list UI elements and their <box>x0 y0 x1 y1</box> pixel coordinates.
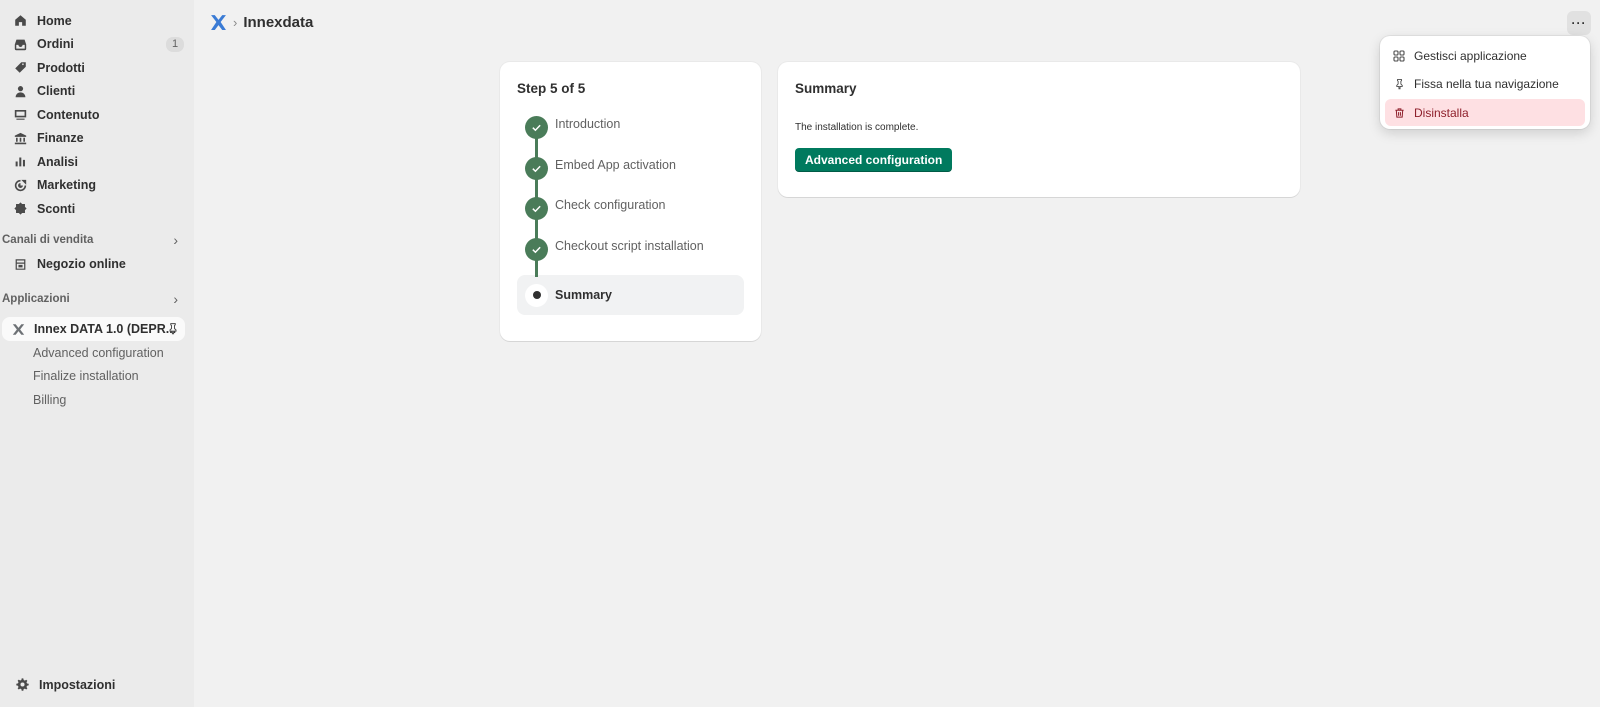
check-icon <box>525 237 548 261</box>
current-step-dot-icon <box>525 283 548 307</box>
sidebar-item-products[interactable]: Prodotti <box>2 56 188 80</box>
step-item-check-configuration[interactable]: Check configuration <box>517 194 744 235</box>
image-icon <box>13 108 27 122</box>
apps-header[interactable]: Applicazioni › <box>0 289 194 309</box>
sidebar-item-analytics[interactable]: Analisi <box>2 150 188 174</box>
sidebar-item-label: Finanze <box>37 131 84 146</box>
page-title: Innexdata <box>243 14 314 31</box>
pin-icon[interactable] <box>167 322 179 336</box>
step-label: Summary <box>555 288 612 302</box>
sidebar-item-marketing[interactable]: Marketing <box>2 174 188 198</box>
target-icon <box>13 178 27 192</box>
tag-icon <box>13 61 27 75</box>
step-list: Introduction Embed App activation Check … <box>517 113 744 315</box>
summary-card: Summary The installation is complete. Ad… <box>778 62 1300 197</box>
menu-item-manage-app[interactable]: Gestisci applicazione <box>1385 42 1585 69</box>
sidebar-app-innexdata[interactable]: Innex DATA 1.0 (DEPR... <box>2 317 185 341</box>
store-icon <box>13 257 27 271</box>
gear-icon <box>15 678 29 692</box>
sidebar-item-label: Home <box>37 13 72 28</box>
pin-icon <box>1393 78 1405 90</box>
menu-item-label: Disinstalla <box>1414 105 1469 120</box>
breadcrumb-separator: › <box>233 15 238 30</box>
sidebar-item-online-store[interactable]: Negozio online <box>2 253 188 277</box>
home-icon <box>13 14 27 28</box>
person-icon <box>13 84 27 98</box>
trash-icon <box>1393 107 1405 119</box>
orders-count-badge: 1 <box>166 36 184 52</box>
step-label: Embed App activation <box>555 157 676 172</box>
step-label: Introduction <box>555 117 621 131</box>
menu-item-uninstall[interactable]: Disinstalla <box>1385 99 1585 126</box>
steps-card-title: Step 5 of 5 <box>517 81 586 96</box>
sidebar-item-label: Clienti <box>37 84 76 99</box>
sidebar-item-label: Sconti <box>37 201 76 216</box>
check-icon <box>525 197 548 220</box>
sales-channels-header[interactable]: Canali di vendita › <box>0 230 194 250</box>
sidebar-item-customers[interactable]: Clienti <box>2 80 188 104</box>
sidebar-item-content[interactable]: Contenuto <box>2 103 188 127</box>
innexdata-logo-icon[interactable] <box>210 14 227 31</box>
advanced-configuration-button[interactable]: Advanced configuration <box>795 148 953 172</box>
menu-item-pin-navigation[interactable]: Fissa nella tua navigazione <box>1385 71 1585 98</box>
setup-steps-card: Step 5 of 5 Introduction Embed App activ… <box>500 62 761 341</box>
step-item-checkout-script-installation[interactable]: Checkout script installation <box>517 235 744 276</box>
sidebar-item-label: Analisi <box>37 154 78 169</box>
sidebar-item-label: Impostazioni <box>39 677 116 692</box>
sidebar-item-orders[interactable]: Ordini 1 <box>2 33 188 57</box>
summary-card-title: Summary <box>795 81 857 96</box>
chevron-right-icon: › <box>173 231 178 248</box>
sidebar-item-discounts[interactable]: Sconti <box>2 197 188 221</box>
sidebar-item-home[interactable]: Home <box>2 9 188 33</box>
more-actions-menu: Gestisci applicazione Fissa nella tua na… <box>1380 36 1590 129</box>
step-label: Check configuration <box>555 198 666 212</box>
sidebar-item-label: Prodotti <box>37 60 85 75</box>
sidebar-item-label: Marketing <box>37 178 97 193</box>
menu-item-label: Fissa nella tua navigazione <box>1414 77 1559 91</box>
more-actions-button[interactable]: ··· <box>1567 11 1591 35</box>
step-label: Checkout script installation <box>555 238 704 253</box>
bank-icon <box>13 131 27 145</box>
sidebar-item-settings[interactable]: Impostazioni <box>4 673 115 697</box>
check-icon <box>525 116 548 139</box>
sidebar-item-label: Contenuto <box>37 107 100 122</box>
summary-message: The installation is complete. <box>795 122 919 133</box>
apps-title: Applicazioni <box>2 293 70 305</box>
sidebar: Home Ordini 1 Prodotti Clienti Contenuto… <box>0 0 194 707</box>
sidebar-app-label: Innex DATA 1.0 (DEPR... <box>34 322 177 336</box>
sidebar-item-label: Ordini <box>37 37 74 52</box>
step-item-embed-app-activation[interactable]: Embed App activation <box>517 154 744 195</box>
menu-item-label: Gestisci applicazione <box>1414 48 1527 63</box>
sidebar-subitem-billing[interactable]: Billing <box>0 388 194 412</box>
step-item-summary[interactable]: Summary <box>517 275 744 315</box>
sales-channels-title: Canali di vendita <box>2 233 94 246</box>
inbox-icon <box>13 37 27 51</box>
apps-icon <box>1393 49 1405 62</box>
sidebar-subitem-advanced-configuration[interactable]: Advanced configuration <box>0 341 194 365</box>
check-icon <box>525 156 548 180</box>
sidebar-item-finance[interactable]: Finanze <box>2 127 188 151</box>
bar-chart-icon <box>13 155 27 169</box>
sidebar-item-label: Negozio online <box>37 257 126 272</box>
chevron-right-icon: › <box>173 291 178 307</box>
step-item-introduction[interactable]: Introduction <box>517 113 744 154</box>
sidebar-subitem-finalize-installation[interactable]: Finalize installation <box>0 365 194 389</box>
discount-icon <box>13 202 27 216</box>
innexdata-logo-icon <box>11 322 25 336</box>
